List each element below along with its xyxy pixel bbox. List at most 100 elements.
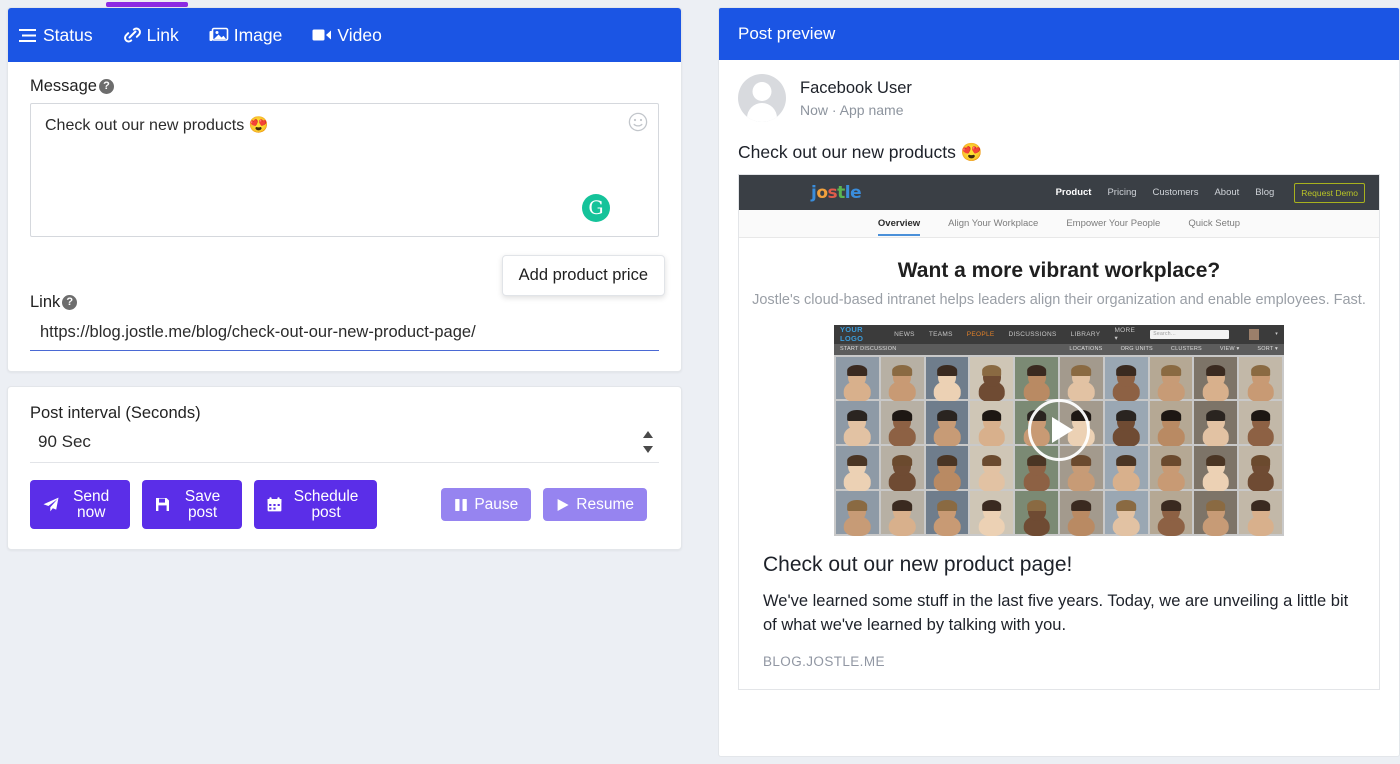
schedule-post-label: Schedule post	[288, 489, 364, 520]
embed-request-demo-button: Request Demo	[1294, 183, 1365, 203]
message-label-row: Message ?	[30, 77, 659, 96]
embed-app-nav-library: LIBRARY	[1071, 331, 1101, 338]
emoji-picker-icon[interactable]	[628, 112, 648, 132]
tab-link-label: Link	[147, 25, 179, 46]
interval-field[interactable]: 90 Sec	[30, 429, 659, 463]
embed-app-screenshot: YOUR LOGO NEWS TEAMS PEOPLE DISCUSSIONS …	[834, 325, 1284, 536]
calendar-icon	[267, 497, 282, 512]
embed-app-photo	[1105, 491, 1148, 534]
embed-app-photo	[881, 401, 924, 444]
embed-app-nav-news: NEWS	[894, 331, 915, 338]
logo-letter-t: t	[837, 183, 845, 203]
preview-user-text: Facebook User Now · App name	[800, 79, 912, 118]
embed-app-subnav: START DISCUSSION LOCATIONS ORG UNITS CLU…	[834, 344, 1284, 355]
pause-icon	[454, 498, 468, 512]
tab-link[interactable]: Link	[123, 25, 179, 46]
preview-header: Post preview	[719, 8, 1399, 60]
resume-button[interactable]: Resume	[543, 488, 647, 522]
preview-link-domain: BLOG.JOSTLE.ME	[763, 654, 1355, 669]
preview-body: Facebook User Now · App name Check out o…	[719, 60, 1399, 690]
stepper-down-icon[interactable]	[643, 446, 653, 453]
post-preview-card: Post preview Facebook User Now · App nam…	[718, 7, 1400, 757]
embed-nav-links: Product Pricing Customers About Blog Req…	[1056, 183, 1365, 203]
grammarly-icon[interactable]: G	[582, 194, 610, 222]
embed-hero-subtitle: Jostle's cloud-based intranet helps lead…	[739, 290, 1379, 311]
embed-app-photo	[1060, 491, 1103, 534]
embed-nav-customers: Customers	[1153, 187, 1199, 198]
tab-video[interactable]: Video	[312, 25, 381, 46]
embed-app-photo	[836, 491, 879, 534]
preview-link-description: We've learned some stuff in the last fiv…	[763, 590, 1355, 638]
tab-status-label: Status	[43, 25, 93, 46]
embed-app-search-input: Search...	[1150, 330, 1229, 339]
preview-column: Post preview Facebook User Now · App nam…	[718, 7, 1400, 757]
embed-app-nav-people: PEOPLE	[967, 331, 995, 338]
embed-app-photo	[1194, 401, 1237, 444]
embed-app-photo	[1239, 446, 1282, 489]
tab-image[interactable]: Image	[209, 25, 283, 46]
embed-app-photo	[1239, 491, 1282, 534]
pause-label: Pause	[474, 497, 518, 513]
embed-app-nav-more: MORE ▾	[1114, 327, 1136, 342]
message-value: Check out our new products 😍	[45, 115, 269, 135]
embed-app-photo	[1150, 357, 1193, 400]
embed-app-photo	[926, 401, 969, 444]
embed-subnav-overview: Overview	[878, 218, 920, 236]
pause-button[interactable]: Pause	[441, 488, 531, 522]
add-product-price-tooltip[interactable]: Add product price	[502, 255, 665, 296]
embed-app-photo	[970, 357, 1013, 400]
embed-site-subnav: Overview Align Your Workplace Empower Yo…	[739, 210, 1379, 238]
link-help-icon[interactable]: ?	[62, 295, 77, 310]
preview-user-meta: Now · App name	[800, 102, 912, 118]
send-now-button[interactable]: Send now	[30, 480, 130, 529]
save-post-label: Save post	[176, 489, 229, 520]
tab-video-label: Video	[337, 25, 381, 46]
embed-app-photo	[1194, 357, 1237, 400]
video-play-button[interactable]	[1028, 399, 1090, 461]
avatar	[738, 74, 786, 122]
preview-link-card[interactable]: jostle Product Pricing Customers About B…	[738, 174, 1380, 690]
message-input[interactable]: Check out our new products 😍 G	[30, 103, 659, 237]
active-tab-indicator	[106, 2, 188, 7]
embed-app-photo	[1105, 357, 1148, 400]
embed-app-photo	[970, 491, 1013, 534]
embed-app-photo	[836, 357, 879, 400]
embed-subnav-align: Align Your Workplace	[948, 218, 1038, 229]
composer-column: Status Link	[0, 0, 690, 764]
floppy-disk-icon	[155, 497, 170, 512]
embed-app-photo	[926, 491, 969, 534]
save-post-button[interactable]: Save post	[142, 480, 242, 529]
preview-link-title: Check out our new product page!	[763, 553, 1355, 577]
send-now-label: Send now	[65, 489, 117, 520]
interval-label: Post interval (Seconds)	[30, 404, 659, 423]
embed-app-logo: YOUR LOGO	[840, 325, 880, 343]
embed-app-photo	[836, 446, 879, 489]
embed-app-photo	[1239, 357, 1282, 400]
preview-user-name: Facebook User	[800, 79, 912, 98]
embed-app-photo	[970, 446, 1013, 489]
tab-status[interactable]: Status	[19, 25, 93, 46]
schedule-post-button[interactable]: Schedule post	[254, 480, 377, 529]
embed-app-photo	[1015, 357, 1058, 400]
embed-app-photo	[881, 491, 924, 534]
play-triangle-icon	[1052, 417, 1073, 443]
logo-letter-s: s	[828, 183, 838, 203]
interval-stepper[interactable]	[641, 431, 655, 453]
embed-subnav-empower: Empower Your People	[1066, 218, 1160, 229]
embed-app-photo	[926, 357, 969, 400]
embed-app-photo	[970, 401, 1013, 444]
logo-letter-o: o	[816, 183, 827, 203]
preview-user-row: Facebook User Now · App name	[738, 74, 1380, 122]
embed-hero-title: Want a more vibrant workplace?	[739, 259, 1379, 283]
embed-app-filter-sort: SORT ▾	[1257, 346, 1278, 352]
embed-app-photo	[881, 357, 924, 400]
preview-link-info: Check out our new product page! We've le…	[739, 536, 1379, 689]
embed-app-subnav-right: LOCATIONS ORG UNITS CLUSTERS VIEW ▾ SORT…	[1069, 346, 1278, 352]
stepper-up-icon[interactable]	[643, 431, 653, 438]
message-help-icon[interactable]: ?	[99, 79, 114, 94]
embed-site-topnav: jostle Product Pricing Customers About B…	[739, 175, 1379, 210]
embed-app-nav-teams: TEAMS	[929, 331, 953, 338]
link-input[interactable]	[30, 319, 659, 351]
app-root: Status Link	[0, 0, 1400, 764]
play-icon	[556, 498, 570, 512]
